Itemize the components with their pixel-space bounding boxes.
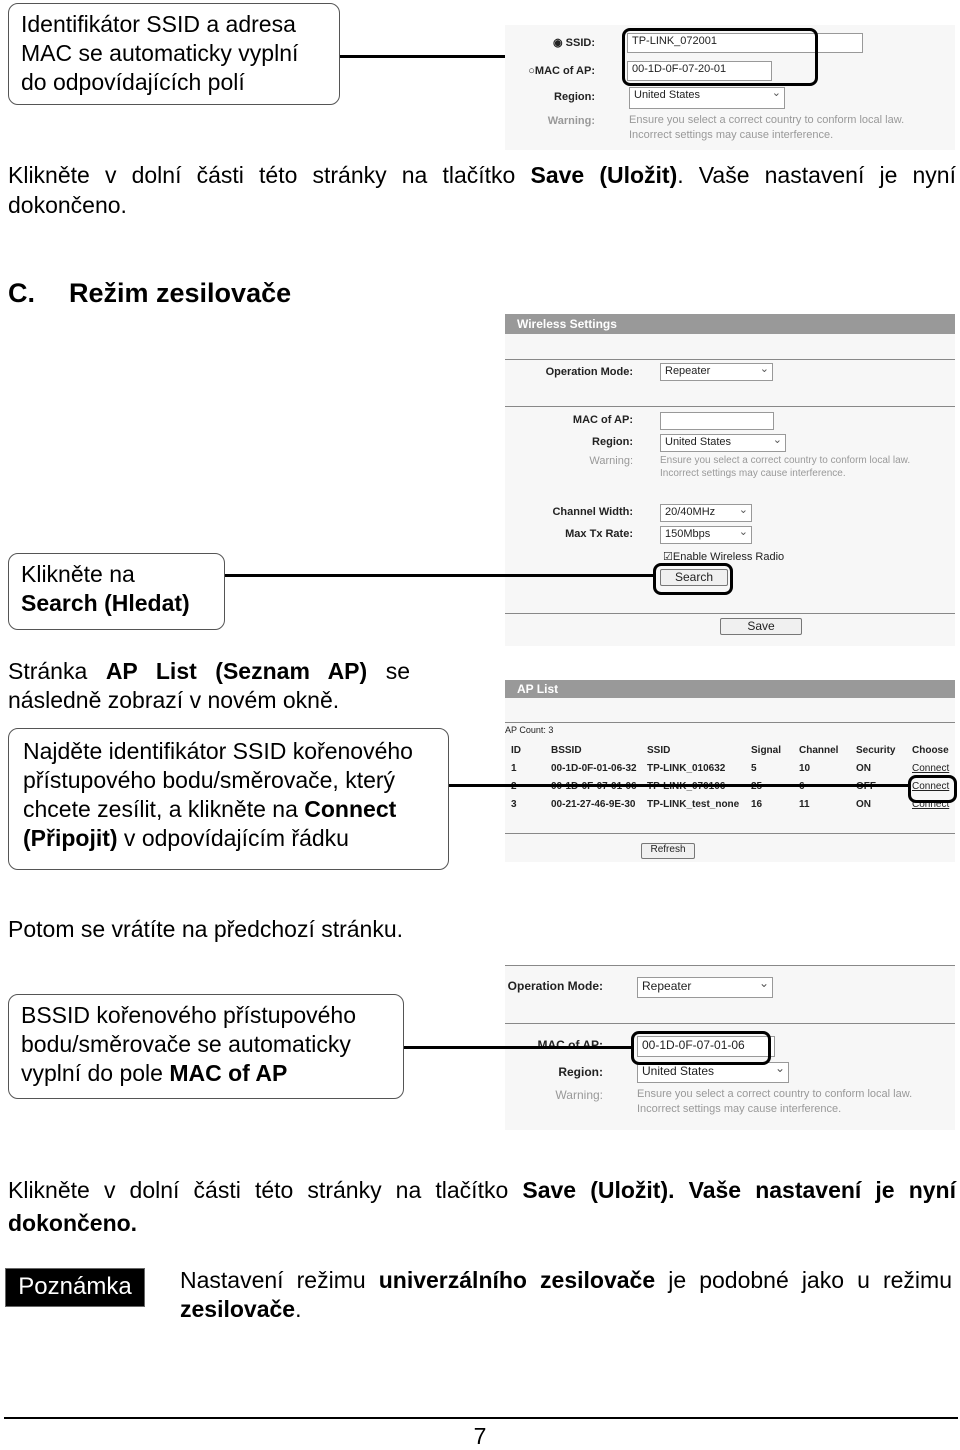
panel-title: AP List: [505, 680, 955, 698]
mac-label: MAC of AP:: [537, 1038, 603, 1052]
ssid-label: SSID:: [565, 37, 595, 49]
save-button[interactable]: Save: [720, 618, 802, 635]
callout-line: [449, 784, 909, 787]
section-heading: C. Režim zesilovače: [8, 278, 292, 308]
ap-count: AP Count: 3: [505, 725, 554, 735]
region-select[interactable]: United States: [629, 86, 785, 109]
max-tx-rate-label: Max Tx Rate:: [565, 528, 633, 540]
region-label: Region:: [592, 436, 633, 448]
channel-width-label: Channel Width:: [552, 506, 633, 518]
screenshot-wireless-settings: Wireless Settings Operation Mode: Repeat…: [505, 314, 955, 646]
ap-table: ID BSSID SSID Signal Channel Security Choose 1…: [507, 741, 953, 813]
warning-text: Incorrect settings may cause interferenc…: [660, 468, 846, 479]
panel-title: Wireless Settings: [505, 314, 955, 334]
paragraph-save-2: Klikněte v dolní části této stránky na t…: [8, 1177, 956, 1236]
table-header: ID BSSID SSID Signal Channel Security Choose: [511, 744, 949, 756]
highlight-box: [622, 28, 818, 86]
refresh-button[interactable]: Refresh: [641, 843, 695, 859]
ssid-radio-label[interactable]: ◉ SSID:: [515, 36, 595, 49]
table-row: 3 00-21-27-46-9E-30 TP-LINK_test_none 16 11 O…: [507, 795, 953, 813]
mac-radio-label[interactable]: ○MAC of AP:: [510, 65, 595, 77]
mac-label: MAC of AP:: [572, 414, 633, 426]
warning-text: Ensure you select a correct country to c…: [660, 455, 911, 466]
max-tx-rate-select[interactable]: 150Mbps: [660, 525, 752, 544]
operation-mode-select[interactable]: Repeater: [660, 362, 773, 381]
paragraph-ap-list: Stránka AP List (Seznam AP) se následně …: [8, 658, 411, 713]
screenshot-ap-list: AP List AP Count: 3 ID BSSID SSID Signal Cha…: [505, 680, 957, 862]
paragraph-return: Potom se vrátíte na předchozí stránku.: [8, 916, 404, 942]
callout-line: [225, 574, 655, 577]
operation-mode-select[interactable]: Repeater: [637, 976, 773, 998]
callout-text: Identifikátor SSID a adresa MAC se autom…: [21, 11, 299, 95]
mac-input[interactable]: [660, 412, 774, 430]
callout-search: Klikněte na Search (Hledat): [8, 553, 225, 630]
warning-text: Incorrect settings may cause interferenc…: [629, 129, 834, 141]
warning-text: Incorrect settings may cause interferenc…: [637, 1103, 842, 1115]
highlight-box: [631, 1031, 771, 1065]
note-text: Nastavení režimu univerzálního zesilovač…: [180, 1267, 952, 1322]
paragraph-save-1: Klikněte v dolní části této stránky na t…: [8, 162, 956, 218]
warning-label: Warning:: [547, 115, 595, 127]
warning-label: Warning:: [555, 1088, 603, 1102]
operation-mode-label: Operation Mode:: [545, 366, 633, 378]
region-label: Region:: [554, 91, 595, 103]
warning-text: Ensure you select a correct country to c…: [637, 1088, 913, 1100]
page-number: 7: [473, 1423, 487, 1449]
note-badge: Poznámka: [5, 1268, 145, 1307]
callout-bssid: BSSID kořenového přístupového bodu/směro…: [8, 994, 404, 1099]
enable-radio-checkbox[interactable]: ☑Enable Wireless Radio: [663, 550, 784, 563]
channel-width-select[interactable]: 20/40MHz: [660, 503, 752, 522]
callout-connect: Najděte identifikátor SSID kořenového př…: [8, 728, 449, 870]
mac-label: MAC of AP:: [534, 65, 595, 77]
footer-divider: [4, 1417, 958, 1419]
operation-mode-label: Operation Mode:: [507, 979, 603, 993]
highlight-box: [908, 775, 957, 803]
region-select[interactable]: United States: [660, 433, 786, 452]
region-label: Region:: [558, 1065, 603, 1079]
region-select[interactable]: United States: [637, 1061, 789, 1083]
enable-radio-label: Enable Wireless Radio: [672, 551, 785, 563]
table-row: 1 00-1D-0F-01-06-32 TP-LINK_010632 5 10 ON Con…: [507, 759, 953, 777]
highlight-box: [653, 563, 733, 595]
warning-text: Ensure you select a correct country to c…: [629, 114, 905, 126]
callout-line: [404, 1046, 632, 1049]
screenshot-ssid-fields: ◉ SSID: TP-LINK_072001 ○MAC of AP: 00-1D…: [505, 25, 955, 150]
warning-label: Warning:: [589, 455, 633, 467]
manual-page: Identifikátor SSID a adresa MAC se autom…: [0, 0, 960, 1450]
callout-ssid-autofill: Identifikátor SSID a adresa MAC se autom…: [8, 3, 340, 105]
